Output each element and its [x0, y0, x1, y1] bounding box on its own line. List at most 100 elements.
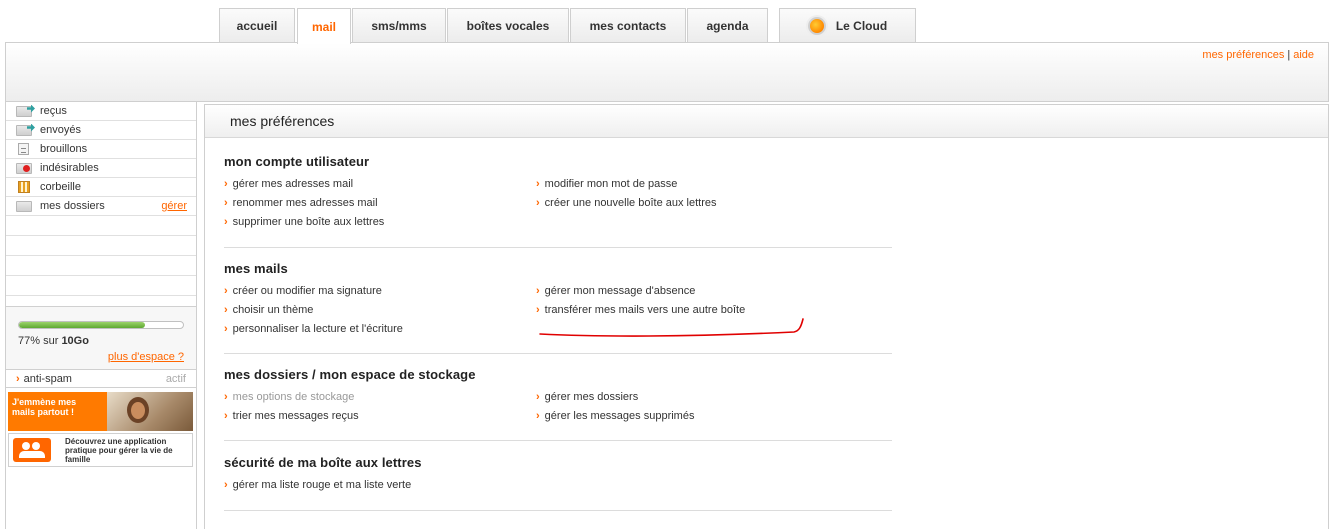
- pref-links-grid: › gérer ma liste rouge et ma liste verte: [224, 478, 892, 492]
- pref-link[interactable]: › gérer mes adresses mail: [224, 177, 536, 191]
- tab-label: sms/mms: [371, 18, 427, 33]
- pref-link-label: supprimer une boîte aux lettres: [232, 216, 385, 228]
- tab-agenda[interactable]: agenda: [687, 8, 768, 42]
- pref-link-label: gérer ma liste rouge et ma liste verte: [232, 479, 412, 491]
- chevron-right-icon: ›: [536, 410, 540, 422]
- sidebar-item-indesirables[interactable]: indésirables: [6, 159, 196, 178]
- quota-of: sur: [43, 335, 59, 347]
- section-title: mes mails: [224, 261, 288, 276]
- tab-accueil[interactable]: accueil: [219, 8, 295, 42]
- folder-icon: [16, 200, 32, 212]
- pref-link[interactable]: › trier mes messages reçus: [224, 409, 536, 423]
- chevron-right-icon: ›: [16, 372, 20, 385]
- antispam-row[interactable]: › anti-spam actif: [6, 370, 196, 388]
- woman-phone-photo: [107, 392, 193, 431]
- inbox-icon: [16, 105, 32, 117]
- annotation-stroke: [539, 318, 804, 337]
- tab-label: Le Cloud: [835, 18, 888, 33]
- sidebar-item-recus[interactable]: reçus: [6, 102, 196, 121]
- tab-boites-vocales[interactable]: boîtes vocales: [447, 8, 569, 42]
- pref-link-label: personnaliser la lecture et l'écriture: [232, 323, 403, 335]
- pref-link[interactable]: › gérer mes dossiers: [536, 390, 876, 404]
- link-separator: |: [1287, 49, 1291, 61]
- chevron-right-icon: ›: [536, 178, 540, 190]
- header-links: mes préférences | aide: [1202, 49, 1314, 61]
- sidebar-item-envoyes[interactable]: envoyés: [6, 121, 196, 140]
- preferences-link[interactable]: mes préférences: [1202, 49, 1284, 61]
- tab-label: mail: [311, 19, 336, 34]
- draft-icon: [18, 143, 29, 155]
- tab-label: boîtes vocales: [466, 18, 550, 33]
- tab-le-cloud[interactable]: Le Cloud: [779, 8, 916, 42]
- pref-link[interactable]: › supprimer une boîte aux lettres: [224, 215, 536, 229]
- pref-link-label: créer ou modifier ma signature: [232, 285, 382, 297]
- quota-text: 77% sur 10Go: [18, 335, 89, 347]
- pref-links-grid: › gérer mes adresses mail › modifier mon m…: [224, 177, 892, 229]
- antispam-status: actif: [165, 372, 186, 385]
- section-mes-dossiers: mes dossiers / mon espace de stockage › m…: [224, 367, 892, 441]
- chevron-right-icon: ›: [224, 216, 228, 228]
- tab-label: agenda: [706, 18, 749, 33]
- page-title: mes préférences: [205, 105, 1328, 138]
- sidebar-item-brouillons[interactable]: brouillons: [6, 140, 196, 159]
- pref-link[interactable]: › créer une nouvelle boîte aux lettres: [536, 196, 876, 210]
- pref-link-label: créer une nouvelle boîte aux lettres: [544, 197, 717, 209]
- chevron-right-icon: ›: [536, 304, 540, 316]
- chevron-right-icon: ›: [536, 197, 540, 209]
- sent-icon: [16, 124, 32, 136]
- pref-link[interactable]: › gérer les messages supprimés: [536, 409, 876, 423]
- sidebar-item-label: indésirables: [40, 162, 99, 174]
- header-band: mes préférences | aide: [5, 42, 1329, 102]
- pref-link[interactable]: › mes options de stockage: [224, 390, 536, 404]
- more-space-link[interactable]: plus d'espace ?: [108, 351, 184, 363]
- pref-link[interactable]: › choisir un thème: [224, 303, 536, 317]
- sidebar-item-label: envoyés: [40, 124, 81, 136]
- quota-total: 10Go: [61, 335, 89, 347]
- sidebar-item-corbeille[interactable]: corbeille: [6, 178, 196, 197]
- chevron-right-icon: ›: [224, 410, 228, 422]
- pref-link-label: renommer mes adresses mail: [232, 197, 378, 209]
- pref-link[interactable]: › gérer mon message d'absence: [536, 284, 876, 298]
- chevron-right-icon: ›: [224, 479, 228, 491]
- pref-link-label: modifier mon mot de passe: [544, 178, 678, 190]
- cloud-globe-icon: [807, 16, 826, 35]
- storage-quota: 77% sur 10Go plus d'espace ?: [6, 306, 196, 370]
- sidebar-item-label: mes dossiers: [40, 200, 105, 212]
- sidebar-item-label: corbeille: [40, 181, 81, 193]
- section-title: sécurité de ma boîte aux lettres: [224, 455, 422, 470]
- red-underline-annotation: [539, 318, 804, 337]
- trash-icon: [18, 181, 30, 193]
- pref-link[interactable]: › modifier mon mot de passe: [536, 177, 876, 191]
- pref-link[interactable]: › renommer mes adresses mail: [224, 196, 536, 210]
- family-icon: [13, 438, 51, 462]
- tab-sms-mms[interactable]: sms/mms: [352, 8, 446, 42]
- quota-percent: 77%: [18, 335, 41, 347]
- promo-family-banner[interactable]: Découvrez une application pratique pour …: [8, 433, 193, 467]
- pref-link-transfer[interactable]: › transférer mes mails vers une autre boî…: [536, 303, 876, 317]
- pref-link[interactable]: › créer ou modifier ma signature: [224, 284, 536, 298]
- main-tab-bar: accueil mail sms/mms boîtes vocales mes …: [0, 0, 1334, 44]
- antispam-label: anti-spam: [23, 372, 72, 385]
- chevron-right-icon: ›: [536, 285, 540, 297]
- manage-folders-link[interactable]: gérer: [161, 200, 187, 212]
- empty-folder-row: [6, 256, 196, 276]
- chevron-right-icon: ›: [536, 391, 540, 403]
- chevron-right-icon: ›: [224, 323, 228, 335]
- tab-mail[interactable]: mail: [297, 8, 351, 44]
- pref-link[interactable]: › personnaliser la lecture et l'écriture: [224, 322, 536, 336]
- promo-text: Découvrez une application pratique pour …: [65, 437, 173, 464]
- promo-mobile-banner[interactable]: J'emmène mes mails partout !: [8, 392, 193, 431]
- chevron-right-icon: ›: [224, 391, 228, 403]
- section-title: mon compte utilisateur: [224, 154, 370, 169]
- pref-link-label: transférer mes mails vers une autre boît…: [544, 304, 746, 316]
- sidebar-item-mes-dossiers[interactable]: mes dossiers gérer: [6, 197, 196, 216]
- spam-icon: [16, 162, 32, 174]
- tab-mes-contacts[interactable]: mes contacts: [570, 8, 686, 42]
- sidebar-item-label: brouillons: [40, 143, 88, 155]
- sidebar: reçus envoyés brouillons indésirables co…: [5, 102, 197, 529]
- help-link[interactable]: aide: [1293, 49, 1314, 61]
- tab-label: accueil: [236, 18, 278, 33]
- pref-links-grid: › mes options de stockage › gérer mes doss…: [224, 390, 892, 423]
- tab-label: mes contacts: [589, 18, 667, 33]
- pref-link[interactable]: › gérer ma liste rouge et ma liste verte: [224, 478, 536, 492]
